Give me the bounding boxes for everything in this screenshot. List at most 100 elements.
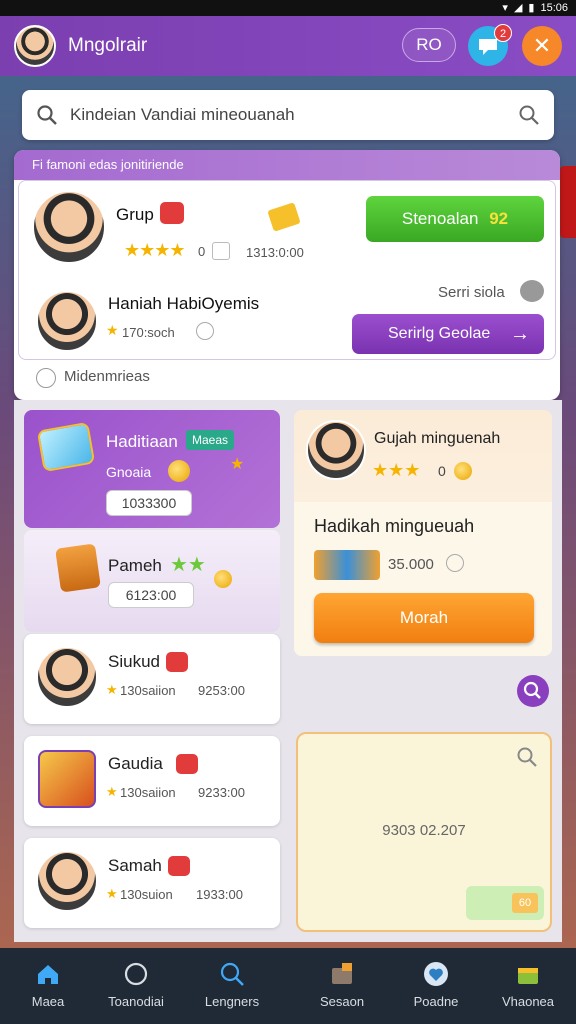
panel-footer[interactable]: Midenmrieas	[64, 368, 150, 385]
item-name: Samah	[108, 856, 162, 875]
search-submit-icon[interactable]	[518, 104, 540, 126]
avatar[interactable]	[36, 290, 98, 352]
list-item[interactable]: Siukud ★ 130saiion 9253:00	[24, 634, 280, 724]
row-meta: 170:soch	[122, 325, 175, 340]
nav-item-search[interactable]: Lengners	[184, 948, 280, 1024]
coin-icon	[168, 460, 190, 482]
stars-icon: ★★	[170, 554, 206, 576]
search-icon	[37, 105, 57, 125]
star-icon: ★	[230, 456, 245, 473]
nav-item-session[interactable]: Sesaon	[294, 948, 390, 1024]
notification-badge: 2	[494, 24, 512, 42]
battery-icon: ▮	[528, 2, 535, 14]
nav-item-rewards[interactable]: Vhaonea	[480, 948, 576, 1024]
wifi-icon: ▾	[502, 2, 508, 14]
panel-header: Fi famoni edas jonitiriende	[14, 150, 560, 180]
nav-item-home[interactable]: Maea	[0, 948, 96, 1024]
tile-subtitle: Gnoaia	[106, 464, 152, 480]
box-icon	[332, 963, 352, 984]
status-time: 15:06	[540, 1, 568, 14]
arrow-right-icon: →	[510, 323, 530, 345]
rating-stars: ★★★★	[124, 240, 186, 260]
item-price: 1933:00	[196, 887, 243, 902]
avatar[interactable]	[32, 190, 106, 264]
search-icon	[220, 962, 244, 986]
status-bar: ▾ ◢ ▮ 15:06	[0, 0, 576, 16]
star-icon: ★	[106, 886, 118, 901]
app-bar: Mngolrair RO 2 ✕	[0, 16, 576, 76]
featured-panel: Fi famoni edas jonitiriende Grup ★★★★ 0 …	[14, 150, 560, 400]
list-item[interactable]: Gaudia ★ 130saiion 9233:00	[24, 736, 280, 826]
offer-price: 35.000	[388, 556, 434, 573]
mini-action[interactable]: 60	[466, 886, 544, 920]
list-item[interactable]: Samah ★ 130suion 1933:00	[24, 838, 280, 928]
row-name: Grup	[116, 205, 154, 224]
home-icon	[38, 965, 58, 984]
side-text: Serri siola	[438, 284, 505, 301]
nav-item-profile[interactable]: Poadne	[388, 948, 484, 1024]
nav-label: Vhaonea	[501, 994, 555, 1009]
avatar	[306, 420, 366, 480]
offer-name: Gujah minguenah	[374, 430, 501, 447]
primary-action-button[interactable]: Stenoalan 92	[366, 196, 544, 242]
nav-label: Lengners	[204, 994, 260, 1009]
row-price: 1313:0:00	[246, 245, 304, 260]
item-price: 9233:00	[198, 785, 245, 800]
app-title: Mngolrair	[68, 35, 148, 56]
rating-stars: ★★★	[372, 460, 421, 480]
button-label: Serirlg Geolae	[388, 325, 491, 342]
game-icon	[38, 750, 96, 808]
close-button[interactable]: ✕	[522, 26, 562, 66]
tag-icon	[36, 368, 56, 388]
tile-price: 6123:00	[108, 582, 194, 608]
secondary-action-button[interactable]: Serirlg Geolae →	[352, 314, 544, 354]
offer-card[interactable]: Gujah minguenah ★★★ 0 Hadikah mingueuah …	[294, 410, 552, 656]
button-badge: 92	[489, 209, 509, 228]
heart-icon	[424, 962, 448, 986]
nav-item-explore[interactable]: Toanodiai	[88, 948, 184, 1024]
signal-icon: ◢	[513, 2, 523, 14]
nav-label: Maea	[31, 994, 65, 1009]
gift-icon	[160, 202, 184, 224]
info-icon	[446, 554, 464, 572]
tile-tag: Maeas	[186, 430, 235, 450]
avatar	[36, 646, 98, 708]
promo-code: 9303 02.207	[382, 822, 466, 839]
gift-box-icon	[55, 543, 101, 593]
chat-bubble-icon	[520, 280, 544, 302]
nav-label: Poadne	[413, 994, 459, 1009]
item-meta: 130suion	[120, 887, 173, 902]
promo-code-card[interactable]: 9303 02.207 60	[296, 732, 552, 932]
promo-tile[interactable]: Pameh ★★ 6123:00	[24, 530, 280, 632]
region-button[interactable]: RO	[402, 28, 456, 62]
items-icon	[314, 550, 380, 580]
bottom-nav: Maea Toanodiai Lengners Sesaon Poadne Vh…	[0, 948, 576, 1024]
button-label: Stenoalan	[401, 209, 479, 228]
offer-button[interactable]: Morah	[314, 593, 534, 643]
star-icon: ★	[106, 784, 118, 799]
left-column: Haditiaan Maeas Gnoaia ★ 1033300 Pameh ★…	[14, 400, 290, 942]
gift-icon	[166, 652, 188, 672]
rating-value: 0	[198, 244, 206, 259]
rating-star: ★	[106, 322, 119, 338]
search-fab[interactable]	[517, 675, 549, 707]
tile-title: Pameh	[108, 556, 162, 575]
item-meta: 130saiion	[120, 683, 176, 698]
item-price: 9253:00	[198, 683, 245, 698]
item-name: Siukud	[108, 652, 160, 671]
gift-icon	[168, 856, 190, 876]
circle-icon	[124, 962, 148, 986]
search-icon[interactable]	[516, 746, 538, 768]
search-bar[interactable]: Kindeian Vandiai mineouanah	[22, 90, 554, 140]
rating-value: 0	[438, 463, 446, 479]
mini-badge: 60	[512, 893, 538, 913]
coin-icon	[454, 462, 472, 480]
avatar[interactable]	[14, 25, 56, 67]
promo-tile[interactable]: Haditiaan Maeas Gnoaia ★ 1033300	[24, 410, 280, 528]
nav-label: Sesaon	[319, 994, 365, 1009]
side-tab[interactable]	[560, 166, 576, 238]
coin-icon	[214, 570, 232, 588]
settings-icon	[196, 322, 214, 340]
search-input[interactable]: Kindeian Vandiai mineouanah	[70, 105, 295, 125]
item-name: Gaudia	[108, 754, 163, 773]
